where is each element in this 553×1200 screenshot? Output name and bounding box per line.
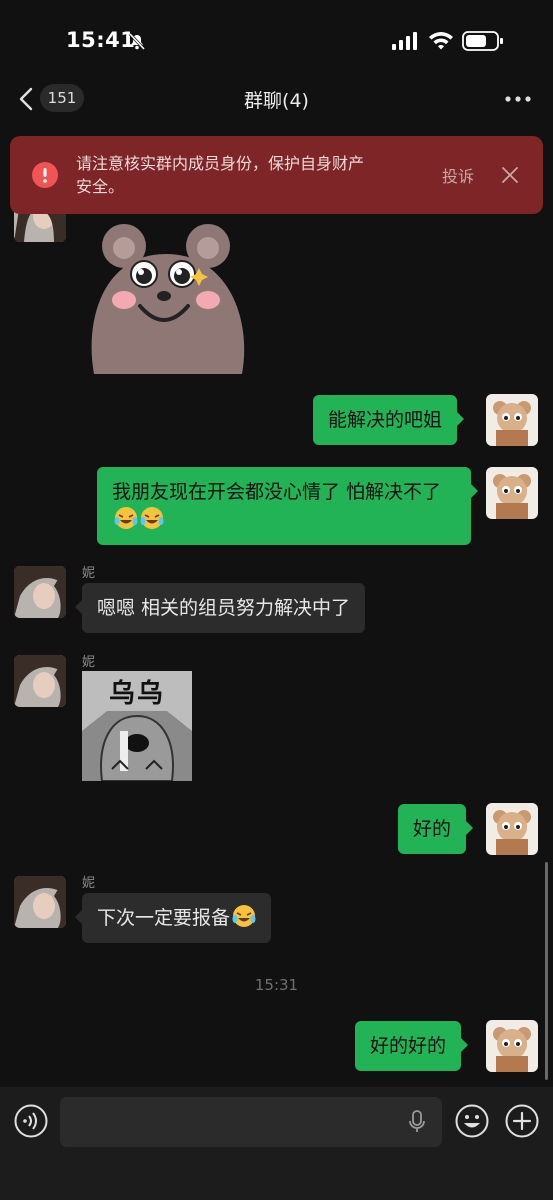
cellular-signal-icon [392,32,417,50]
alert-icon [32,162,58,188]
status-bar: 15:41 [0,0,553,80]
self-avatar[interactable] [486,1020,538,1072]
scrollbar[interactable] [545,862,548,1080]
message-timestamp: 15:31 [254,976,299,994]
input-bar [0,1087,553,1200]
warning-text: 请注意核实群内成员身份，保护自身财产安全。 [76,154,365,196]
sender-name: 妮 [82,876,96,891]
bell-muted-icon [128,32,146,51]
close-icon[interactable] [499,164,521,186]
self-avatar[interactable] [486,803,538,855]
add-attachment-icon[interactable] [505,1104,539,1138]
message-text: 下次一定要报备 [97,907,231,929]
wifi-icon [429,32,453,50]
crying-dog-sticker[interactable]: 乌乌 [82,671,192,781]
crying-laughing-emoji-icon [140,507,164,529]
emoji-icon[interactable] [455,1104,489,1138]
message-bubble[interactable]: 嗯嗯 相关的组员努力解决中了 [74,583,366,633]
microphone-icon[interactable] [408,1110,426,1134]
sender-name: 妮 [82,566,96,581]
sender-avatar[interactable] [14,876,66,928]
sender-name: 妮 [82,655,96,670]
sender-avatar[interactable] [14,566,66,618]
message-input[interactable] [60,1097,442,1147]
crying-laughing-emoji-icon [114,507,138,529]
self-avatar[interactable] [486,467,538,519]
message-bubble[interactable]: 好的 [398,804,474,854]
chat-title: 群聊(4) [244,90,309,112]
voice-input-icon[interactable] [14,1104,48,1138]
crying-laughing-emoji-icon [232,905,256,927]
self-avatar[interactable] [486,394,538,446]
sender-avatar[interactable] [14,655,66,707]
battery-icon [462,31,503,51]
status-time: 15:41 [66,28,136,52]
message-bubble[interactable]: 好的好的 [355,1021,469,1071]
report-button[interactable]: 投诉 [442,163,474,187]
sticker-caption: 乌乌 [108,679,165,709]
message-bubble[interactable]: 我朋友现在开会都没心情了 怕解决不了 [97,467,478,545]
more-options-icon[interactable] [505,96,531,102]
message-bubble[interactable]: 能解决的吧姐 [313,395,465,445]
message-bubble[interactable]: 下次一定要报备 [74,893,272,943]
security-warning-banner: 请注意核实群内成员身份，保护自身财产安全。 投诉 [10,136,543,214]
message-text: 我朋友现在开会都没心情了 怕解决不了 [112,481,442,503]
bear-sticker[interactable] [84,224,246,374]
